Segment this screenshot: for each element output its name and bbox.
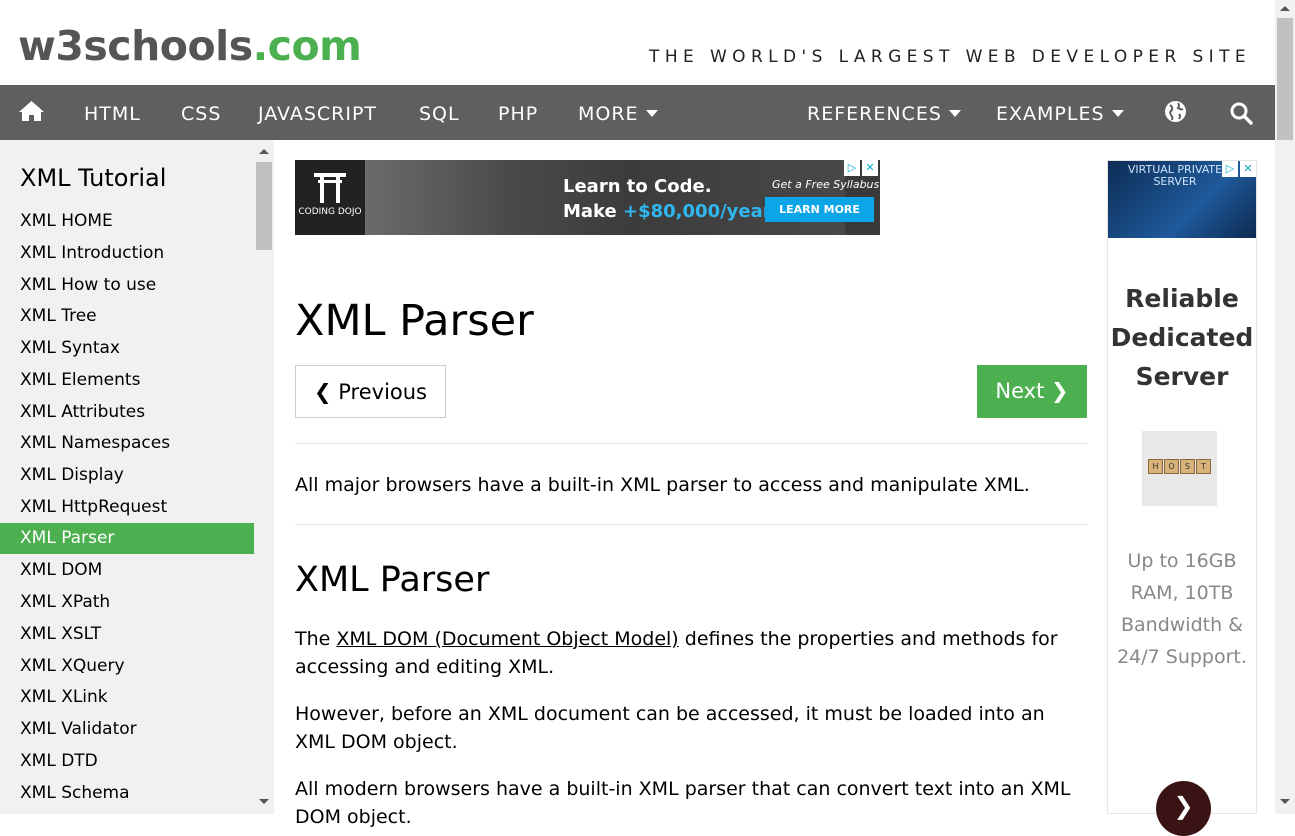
top-navigation: HTML CSS JAVASCRIPT SQL PHP MORE REFEREN…: [0, 85, 1275, 140]
nav-php[interactable]: PHP: [498, 85, 538, 140]
page-title: XML Parser: [295, 296, 534, 346]
search-icon[interactable]: [1229, 85, 1253, 140]
sidebar-item-xml-introduction[interactable]: XML Introduction: [0, 238, 254, 269]
ad-headline: Learn to Code.: [563, 176, 712, 197]
paragraph-dom-prefix: The: [295, 628, 337, 650]
ad-close-icon[interactable]: ✕: [862, 160, 878, 176]
sidebar-item-xml-namespaces[interactable]: XML Namespaces: [0, 428, 254, 459]
paragraph-load: However, before an XML document can be a…: [295, 703, 1045, 753]
sidebar-item-xml-tree[interactable]: XML Tree: [0, 301, 254, 332]
nav-html[interactable]: HTML: [84, 85, 141, 140]
sidebar-item-xml-elements[interactable]: XML Elements: [0, 365, 254, 396]
sidebar-item-xml-dom[interactable]: XML DOM: [0, 555, 254, 586]
ad-subline-money: +$80,000/year: [623, 201, 772, 222]
site-header: w3schools.com THE WORLD'S LARGEST WEB DE…: [0, 0, 1275, 85]
site-tagline: THE WORLD'S LARGEST WEB DEVELOPER SITE: [649, 47, 1251, 67]
previous-button[interactable]: ❮ Previous: [295, 365, 446, 418]
host-cube: H: [1148, 459, 1163, 474]
section-title: XML Parser: [295, 560, 490, 600]
sidebar-item-xml-xlink[interactable]: XML XLink: [0, 682, 254, 713]
sidebar-item-xml-parser[interactable]: XML Parser: [0, 523, 254, 554]
right-ad-heading: Reliable Dedicated Server: [1110, 284, 1254, 391]
sidebar-title: XML Tutorial: [20, 164, 167, 192]
caret-down-icon: [1111, 109, 1124, 117]
sidebar-item-xml-xquery[interactable]: XML XQuery: [0, 651, 254, 682]
right-ad-text: Up to 16GB RAM, 10TB Bandwidth & 24/7 Su…: [1117, 550, 1247, 668]
scroll-down-icon[interactable]: [259, 799, 269, 804]
top-ad-banner[interactable]: CODING DOJO Learn to Code. Make +$80,000…: [295, 160, 880, 235]
vps-banner-text: VIRTUAL PRIVATE SERVER: [1127, 163, 1223, 188]
host-cube: O: [1164, 459, 1179, 474]
divider: [295, 524, 1087, 525]
ad-subline-prefix: Make: [563, 201, 624, 222]
ad-close-icon[interactable]: ✕: [1240, 161, 1256, 177]
host-cube: T: [1196, 459, 1211, 474]
nav-examples[interactable]: EXAMPLES: [996, 85, 1124, 140]
caret-down-icon: [948, 109, 961, 117]
sidebar-item-xml-display[interactable]: XML Display: [0, 460, 254, 491]
logo-com: .com: [252, 22, 362, 70]
site-logo[interactable]: w3schools.com: [18, 26, 362, 67]
vps-banner: VIRTUAL PRIVATE SERVER ▷ ✕: [1108, 161, 1256, 238]
paragraph-modern: All modern browsers have a built-in XML …: [295, 778, 1071, 828]
ad-brand: CODING DOJO: [298, 207, 362, 217]
adchoices-icon[interactable]: ▷: [1222, 161, 1238, 177]
sidebar-item-xml-schema[interactable]: XML Schema: [0, 778, 254, 809]
ad-learn-more-button[interactable]: LEARN MORE: [765, 197, 874, 222]
nav-examples-label: EXAMPLES: [996, 103, 1105, 125]
logo-text: w3schools: [18, 22, 253, 70]
caret-down-icon: [645, 109, 658, 117]
ad-logo: CODING DOJO: [295, 160, 365, 235]
sidebar-item-xml-httprequest[interactable]: XML HttpRequest: [0, 492, 254, 523]
sidebar-item-xml-xslt[interactable]: XML XSLT: [0, 619, 254, 650]
intro-paragraph: All major browsers have a built-in XML p…: [295, 474, 1030, 496]
right-ad-arrow-button[interactable]: ❯: [1156, 781, 1211, 836]
sidebar-item-xml-syntax[interactable]: XML Syntax: [0, 333, 254, 364]
right-ad-column[interactable]: VIRTUAL PRIVATE SERVER ▷ ✕ Reliable Dedi…: [1107, 160, 1257, 836]
globe-icon[interactable]: [1164, 85, 1187, 140]
scroll-up-icon[interactable]: [259, 149, 269, 154]
sidebar-item-xml-xpath[interactable]: XML XPath: [0, 587, 254, 618]
nav-references-label: REFERENCES: [807, 103, 942, 125]
gate-icon: [314, 173, 346, 203]
nav-sql[interactable]: SQL: [419, 85, 460, 140]
nav-javascript[interactable]: JAVASCRIPT: [258, 85, 377, 140]
adchoices-icon[interactable]: ▷: [844, 160, 860, 176]
scroll-down-icon[interactable]: [1280, 799, 1290, 804]
sidebar: XML Tutorial XML HOME XML Introduction X…: [0, 140, 274, 814]
next-button[interactable]: Next ❯: [977, 365, 1087, 418]
sidebar-scrollbar-thumb[interactable]: [256, 162, 272, 250]
host-image: H O S T: [1142, 431, 1217, 506]
scroll-up-icon[interactable]: [1280, 6, 1290, 11]
page-scrollbar-thumb[interactable]: [1277, 18, 1293, 140]
ad-tagline: Get a Free Syllabus: [772, 178, 880, 191]
nav-more-label: MORE: [578, 103, 639, 125]
xml-dom-link[interactable]: XML DOM (Document Object Model): [336, 628, 678, 650]
nav-references[interactable]: REFERENCES: [807, 85, 961, 140]
nav-more[interactable]: MORE: [578, 85, 658, 140]
sidebar-item-xml-how-to-use[interactable]: XML How to use: [0, 270, 254, 301]
host-cube: S: [1180, 459, 1195, 474]
nav-css[interactable]: CSS: [181, 85, 221, 140]
paragraph-dom: The XML DOM (Document Object Model) defi…: [295, 625, 1087, 681]
sidebar-item-xml-validator[interactable]: XML Validator: [0, 714, 254, 745]
sidebar-item-xml-dtd[interactable]: XML DTD: [0, 746, 254, 777]
divider: [295, 443, 1087, 444]
home-icon[interactable]: [18, 85, 45, 140]
sidebar-item-xml-home[interactable]: XML HOME: [0, 206, 254, 237]
sidebar-item-xml-attributes[interactable]: XML Attributes: [0, 397, 254, 428]
ad-subline: Make +$80,000/year: [563, 201, 772, 222]
